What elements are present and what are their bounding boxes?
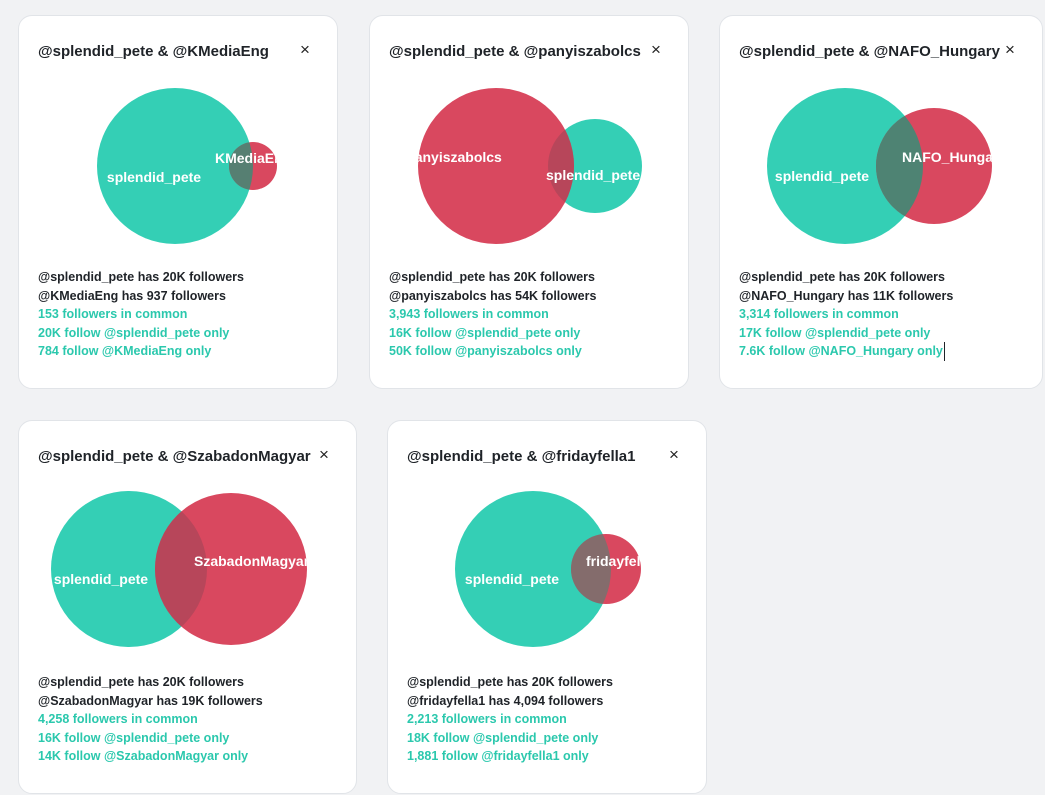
stat-common: 3,943 followers in common	[389, 307, 549, 321]
comparison-card: @splendid_pete & @fridayfella1 × splendi…	[387, 420, 707, 794]
stats-list: @splendid_pete has 20K followers @KMedia…	[38, 268, 244, 361]
stat-followers-a: @splendid_pete has 20K followers	[407, 675, 613, 689]
stats-list: @splendid_pete has 20K followers @NAFO_H…	[739, 268, 953, 361]
venn-diagram: splendid_pete fridayfella1	[455, 491, 660, 647]
venn-label-a: splendid_pete	[54, 571, 148, 587]
venn-diagram: panyiszabolcs splendid_pete	[406, 88, 642, 244]
stat-followers-a: @splendid_pete has 20K followers	[38, 270, 244, 284]
stat-followers-a: @splendid_pete has 20K followers	[389, 270, 595, 284]
stat-followers-b: @NAFO_Hungary has 11K followers	[739, 288, 954, 303]
stats-list: @splendid_pete has 20K followers @friday…	[407, 673, 613, 766]
venn-label-b: panyiszabolcs	[406, 149, 502, 165]
venn-diagram: splendid_pete NAFO_Hungary	[767, 88, 1006, 244]
stat-only-b: 50K follow @panyiszabolcs only	[389, 344, 582, 358]
stat-only-a: 16K follow @splendid_pete only	[38, 730, 230, 745]
stat-only-b: 784 follow @KMediaEng only	[38, 344, 212, 358]
venn-label-b: NAFO_Hungary	[902, 149, 1006, 165]
comparison-card: @splendid_pete & @NAFO_Hungary × splendi…	[719, 15, 1043, 389]
venn-label-a: splendid_pete	[465, 571, 559, 587]
stat-common: 153 followers in common	[38, 307, 188, 321]
stat-common: 2,213 followers in common	[407, 712, 567, 726]
stat-only-a: 18K follow @splendid_pete only	[407, 730, 599, 745]
stats-list: @splendid_pete has 20K followers @Szabad…	[38, 673, 263, 766]
stat-only-a: 17K follow @splendid_pete only	[739, 325, 931, 340]
stat-only-b: 14K follow @SzabadonMagyar only	[38, 749, 249, 763]
venn-label-b: KMediaEng	[215, 150, 291, 166]
stat-followers-b: @panyiszabolcs has 54K followers	[389, 288, 597, 303]
stat-followers-b: @fridayfella1 has 4,094 followers	[407, 693, 604, 708]
stat-common: 3,314 followers in common	[739, 307, 899, 321]
comparison-card: @splendid_pete & @KMediaEng × splendid_p…	[18, 15, 338, 389]
stat-only-a: 16K follow @splendid_pete only	[389, 325, 581, 340]
venn-label-b: fridayfella1	[586, 553, 660, 569]
stat-followers-b: @SzabadonMagyar has 19K followers	[38, 693, 263, 708]
stat-only-b: 1,881 follow @fridayfella1 only	[407, 749, 589, 763]
stat-only-a: 20K follow @splendid_pete only	[38, 325, 230, 340]
stat-followers-b: @KMediaEng has 937 followers	[38, 288, 226, 303]
venn-label-a: splendid_pete	[107, 169, 201, 185]
comparison-card: @splendid_pete & @SzabadonMagyar × splen…	[18, 420, 357, 794]
venn-label-a: splendid_pete	[546, 167, 640, 183]
stat-only-b[interactable]: 7.6K follow @NAFO_Hungary only	[739, 342, 945, 361]
stats-list: @splendid_pete has 20K followers @panyis…	[389, 268, 596, 361]
venn-diagram: splendid_pete KMediaEng	[97, 88, 291, 244]
stat-common: 4,258 followers in common	[38, 712, 198, 726]
stat-followers-a: @splendid_pete has 20K followers	[739, 270, 945, 284]
venn-label-b: SzabadonMagyar	[194, 553, 310, 569]
venn-diagram: splendid_pete SzabadonMagyar	[51, 491, 310, 647]
comparison-card: @splendid_pete & @panyiszabolcs × panyis…	[369, 15, 689, 389]
stat-followers-a: @splendid_pete has 20K followers	[38, 675, 244, 689]
venn-label-a: splendid_pete	[775, 168, 869, 184]
